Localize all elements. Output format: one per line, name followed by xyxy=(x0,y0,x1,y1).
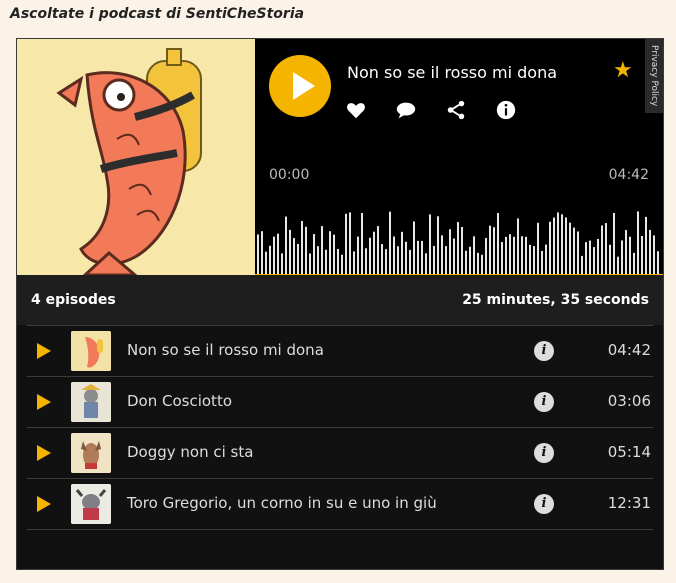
play-icon[interactable] xyxy=(37,445,51,461)
podcast-player: Non so se il rosso mi dona ★ Privacy Pol… xyxy=(16,38,664,570)
episode-thumbnail xyxy=(71,331,111,371)
episode-row[interactable]: Doggy non ci sta i 05:14 xyxy=(27,427,653,478)
episode-thumbnail xyxy=(71,484,111,524)
episode-thumbnail xyxy=(71,433,111,473)
play-button[interactable] xyxy=(269,55,331,117)
episode-row[interactable]: Non so se il rosso mi dona i 04:42 xyxy=(27,325,653,376)
episode-duration: 05:14 xyxy=(607,443,651,461)
episode-duration: 04:42 xyxy=(607,341,651,359)
episode-title: Don Cosciotto xyxy=(127,392,232,410)
episode-row[interactable]: Toro Gregorio, un corno in su e uno in g… xyxy=(27,478,653,530)
episode-title: Doggy non ci sta xyxy=(127,443,254,461)
info-icon[interactable]: i xyxy=(534,494,554,514)
heart-icon[interactable] xyxy=(345,99,367,121)
episode-duration: 12:31 xyxy=(607,494,651,512)
total-duration: 25 minutes, 35 seconds xyxy=(462,292,649,308)
episode-thumbnail xyxy=(71,382,111,422)
episode-title: Non so se il rosso mi dona xyxy=(127,341,324,359)
episode-duration: 03:06 xyxy=(607,392,651,410)
page-heading: Ascoltate i podcast di SentiCheStoria xyxy=(10,6,305,22)
info-icon[interactable]: i xyxy=(534,443,554,463)
player-header: Non so se il rosso mi dona ★ Privacy Pol… xyxy=(17,39,663,276)
episode-title: Toro Gregorio, un corno in su e uno in g… xyxy=(127,494,437,512)
episode-list: Non so se il rosso mi dona i 04:42 Don C… xyxy=(17,325,663,530)
comment-icon[interactable] xyxy=(395,99,417,121)
play-icon[interactable] xyxy=(37,343,51,359)
episode-artwork xyxy=(17,39,255,275)
waveform[interactable] xyxy=(255,203,663,275)
total-time: 04:42 xyxy=(608,167,649,183)
privacy-policy-link[interactable]: Privacy Policy xyxy=(645,39,663,113)
elapsed-time: 00:00 xyxy=(269,167,310,183)
info-icon[interactable]: i xyxy=(534,392,554,412)
play-icon[interactable] xyxy=(37,394,51,410)
fish-illustration xyxy=(17,39,255,275)
episode-count: 4 episodes xyxy=(31,292,116,308)
share-icon[interactable] xyxy=(445,99,467,121)
info-icon[interactable] xyxy=(495,99,517,121)
episodes-summary: 4 episodes 25 minutes, 35 seconds xyxy=(17,275,663,325)
info-icon[interactable]: i xyxy=(534,341,554,361)
episode-row[interactable]: Don Cosciotto i 03:06 xyxy=(27,376,653,427)
play-icon[interactable] xyxy=(37,496,51,512)
star-icon[interactable]: ★ xyxy=(613,58,633,83)
current-episode-title: Non so se il rosso mi dona xyxy=(347,63,558,82)
play-icon xyxy=(293,72,315,100)
